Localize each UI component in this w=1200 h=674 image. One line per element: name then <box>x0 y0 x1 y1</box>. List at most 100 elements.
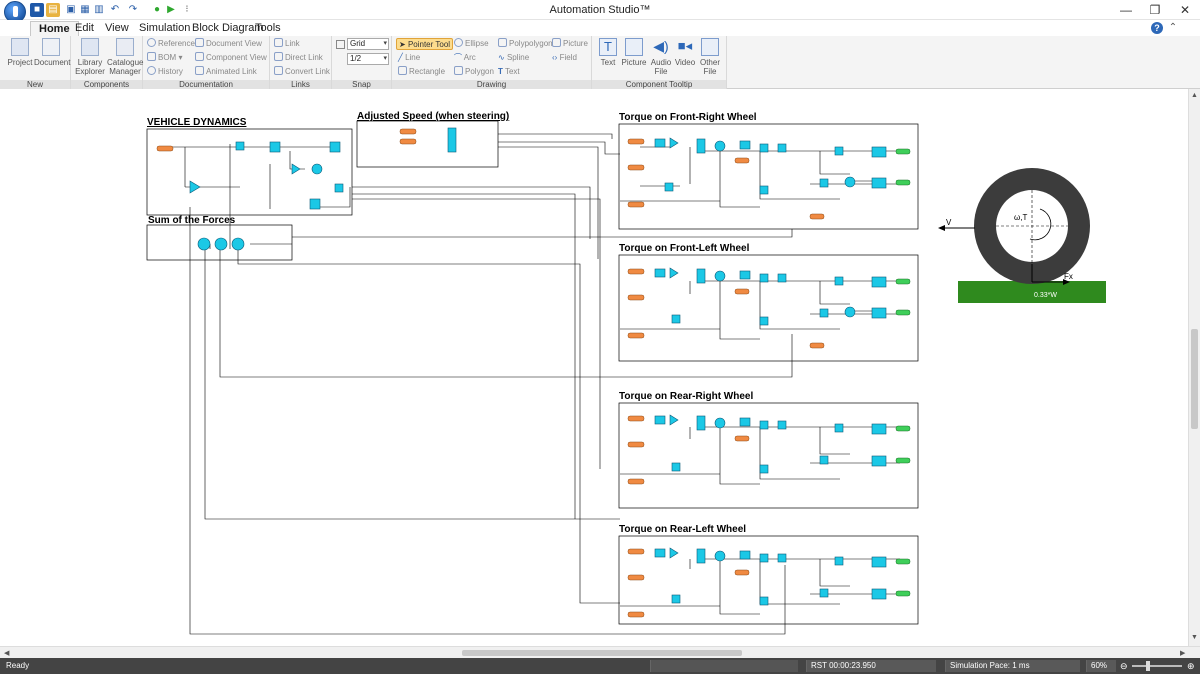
help-icon[interactable]: ? <box>1151 22 1163 34</box>
rl-div[interactable] <box>871 556 887 568</box>
tooltip-picture-button[interactable]: Picture <box>620 38 648 67</box>
polygon-button[interactable]: Polygon <box>454 66 494 78</box>
tooltip-text-button[interactable]: T Text <box>594 38 622 67</box>
horizontal-scrollbar[interactable]: ◀ ▶ <box>0 646 1200 658</box>
fl-torque[interactable] <box>834 276 844 286</box>
convert-link-button[interactable]: Convert Link <box>274 66 330 78</box>
rr-traction[interactable] <box>739 417 751 427</box>
rr-gain[interactable] <box>669 414 679 426</box>
new-project-icon[interactable]: ■ <box>30 3 44 17</box>
rl-div-2[interactable] <box>871 588 887 600</box>
catalogue-manager-button[interactable]: Catalogue Manager <box>107 38 143 76</box>
sum-block-1[interactable] <box>197 237 211 251</box>
adjusted-speed-frame[interactable] <box>356 120 499 168</box>
rl-radius-tag[interactable] <box>627 574 645 581</box>
zoom-slider-thumb[interactable] <box>1146 661 1150 671</box>
rl-rpm[interactable] <box>654 548 666 558</box>
fr-sum-2[interactable] <box>844 176 856 188</box>
fl-resist-tag[interactable] <box>627 332 645 339</box>
fl-traction[interactable] <box>739 270 751 280</box>
pointer-tool-button[interactable]: ➤ Pointer Tool <box>396 38 454 50</box>
field-button[interactable]: ‹› Field <box>552 52 577 64</box>
fl-rpm[interactable] <box>654 268 666 278</box>
fr-div-2[interactable] <box>871 177 887 189</box>
fr-product[interactable] <box>759 143 769 153</box>
component-view-button[interactable]: Component View <box>195 52 267 64</box>
fl-out-tag-2[interactable] <box>895 309 911 316</box>
rr-resist-3[interactable] <box>671 462 681 472</box>
gain-block-2[interactable] <box>291 163 301 175</box>
rl-gain[interactable] <box>669 547 679 559</box>
fl-resist-2[interactable] <box>759 316 769 326</box>
fl-switch[interactable] <box>696 268 706 284</box>
direct-link-button[interactable]: Direct Link <box>274 52 323 64</box>
fr-brake-tag[interactable] <box>809 213 825 220</box>
tooltip-video-button[interactable]: ■◂ Video <box>672 38 698 67</box>
rl-speed-tag[interactable] <box>627 548 645 555</box>
fl-sum[interactable] <box>714 270 726 282</box>
zoom-slider[interactable] <box>1132 661 1182 671</box>
play-icon[interactable]: ▶ <box>164 3 178 17</box>
fr-radius-tag[interactable] <box>627 164 645 171</box>
link-button[interactable]: Link <box>274 38 300 50</box>
multiplier-block[interactable] <box>235 141 245 151</box>
arc-button[interactable]: ⌒ Arc <box>454 52 476 64</box>
rr-sum[interactable] <box>714 417 726 429</box>
integrator-block[interactable] <box>269 141 281 153</box>
rectangle-button[interactable]: Rectangle <box>398 66 445 78</box>
fr-force[interactable] <box>777 143 787 153</box>
fl-product[interactable] <box>759 273 769 283</box>
diagram-canvas[interactable]: VEHICLE DYNAMICS Adjusted Speed (when st… <box>0 89 1188 646</box>
fl-div[interactable] <box>871 276 887 288</box>
save-icon[interactable]: ▣ <box>64 3 78 17</box>
undo-icon[interactable]: ↶ <box>108 3 122 17</box>
fr-out-tag-2[interactable] <box>895 179 911 186</box>
fl-speed-tag[interactable] <box>627 268 645 275</box>
fr-traction[interactable] <box>739 140 751 150</box>
text-button[interactable]: T Text <box>498 66 520 78</box>
rr-out-tag-2[interactable] <box>895 457 911 464</box>
velocity-display[interactable] <box>311 163 323 175</box>
steering-mux-block[interactable] <box>447 127 457 153</box>
polypolygon-button[interactable]: Polypolygon <box>498 38 553 50</box>
gain-block[interactable] <box>189 180 201 194</box>
print-icon[interactable]: ▥ <box>92 3 106 17</box>
speed-sensor-block[interactable] <box>329 141 341 153</box>
rr-div[interactable] <box>871 423 887 435</box>
tooltip-other-file-button[interactable]: Other File <box>696 38 724 76</box>
fr-div[interactable] <box>871 146 887 158</box>
rl-resist-2[interactable] <box>759 596 769 606</box>
fr-out-tag[interactable] <box>895 148 911 155</box>
grid-select[interactable]: Grid ▾ <box>347 38 389 50</box>
zoom-out-icon[interactable]: ⊖ <box>1120 658 1128 674</box>
fr-sum[interactable] <box>714 140 726 152</box>
ellipse-button[interactable]: Ellipse <box>454 38 489 50</box>
run-simulation-icon[interactable]: ● <box>150 3 164 17</box>
rl-force[interactable] <box>777 553 787 563</box>
weight-dist-block[interactable] <box>334 183 344 193</box>
fl-gain[interactable] <box>669 267 679 279</box>
minimize-button[interactable]: — <box>1111 0 1141 20</box>
close-button[interactable]: ✕ <box>1170 0 1200 20</box>
scroll-right-icon[interactable]: ▶ <box>1180 649 1185 657</box>
rl-switch[interactable] <box>696 548 706 564</box>
horizontal-scroll-thumb[interactable] <box>462 650 742 656</box>
rl-resist[interactable] <box>819 588 829 598</box>
rr-torque[interactable] <box>834 423 844 433</box>
scroll-left-icon[interactable]: ◀ <box>4 649 9 657</box>
redo-icon[interactable]: ↷ <box>126 3 140 17</box>
ribbon-collapse-icon[interactable]: ⌃ <box>1166 21 1180 35</box>
vertical-scroll-thumb[interactable] <box>1191 329 1198 429</box>
rr-resist-2[interactable] <box>759 464 769 474</box>
rl-out-tag[interactable] <box>895 558 911 565</box>
rr-resist-tag[interactable] <box>627 478 645 485</box>
tab-tools[interactable]: Tools <box>247 21 289 36</box>
fl-div-2[interactable] <box>871 307 887 319</box>
vertical-scrollbar[interactable]: ▲ ▼ <box>1188 89 1200 646</box>
rl-resist-tag[interactable] <box>627 611 645 618</box>
bom-button[interactable]: BOM ▾ <box>147 52 182 64</box>
library-explorer-button[interactable]: Library Explorer <box>73 38 107 76</box>
fl-resist-3[interactable] <box>671 314 681 324</box>
fl-sum-2[interactable] <box>844 306 856 318</box>
fl-out-tag[interactable] <box>895 278 911 285</box>
